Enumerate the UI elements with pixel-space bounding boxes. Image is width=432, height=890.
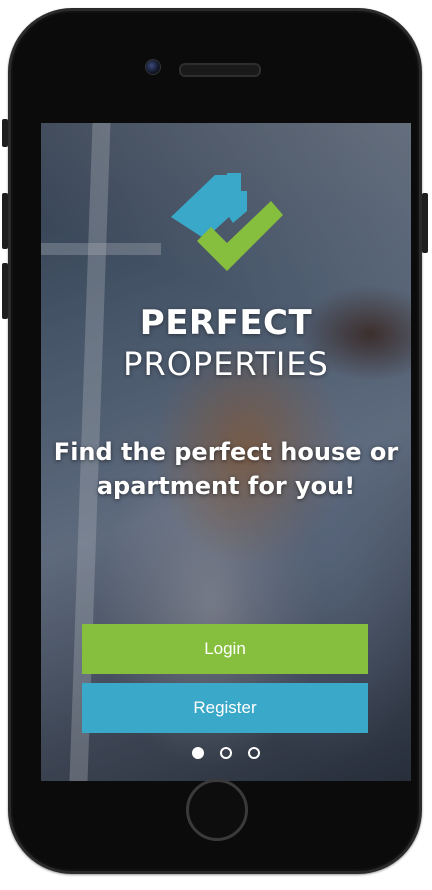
phone-frame: PERFECT PROPERTIES Find the perfect hous… bbox=[2, 8, 428, 874]
power-button bbox=[422, 193, 428, 253]
app-screen: PERFECT PROPERTIES Find the perfect hous… bbox=[41, 123, 411, 781]
login-button[interactable]: Login bbox=[82, 624, 368, 674]
brand-name-primary: PERFECT bbox=[139, 303, 313, 343]
page-dot-2[interactable] bbox=[220, 747, 232, 759]
volume-down-button bbox=[2, 263, 8, 319]
volume-up-button bbox=[2, 193, 8, 249]
home-button[interactable] bbox=[186, 779, 248, 841]
page-dot-1[interactable] bbox=[192, 747, 204, 759]
page-indicator bbox=[41, 747, 411, 759]
tagline: Find the perfect house or apartment for … bbox=[53, 438, 399, 500]
register-button[interactable]: Register bbox=[82, 683, 368, 733]
house-check-logo-icon bbox=[171, 173, 283, 271]
front-camera bbox=[145, 59, 161, 75]
brand-name-secondary: PROPERTIES bbox=[123, 345, 329, 383]
earpiece-speaker bbox=[179, 63, 261, 77]
page-dot-3[interactable] bbox=[248, 747, 260, 759]
mute-switch bbox=[2, 119, 8, 147]
